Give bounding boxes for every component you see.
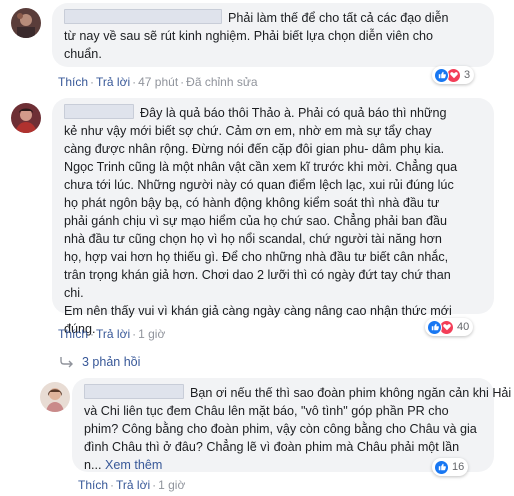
comment-text-line: chi. — [64, 286, 84, 300]
view-replies-link[interactable]: 3 phản hồi — [60, 355, 140, 369]
comment-text-line: Em nên thấy vui vì khán giả càng ngày cà… — [64, 304, 452, 318]
comment-text-line: Bạn ơi nếu thế thì sao đoàn phim không n… — [190, 386, 512, 400]
reaction-count: 40 — [457, 321, 470, 333]
comment-bubble: Bạn ơi nếu thế thì sao đoàn phim không n… — [72, 378, 511, 472]
comment-actions: Thích · Trả lời · 1 giờ — [58, 327, 166, 341]
reply-link[interactable]: Trả lời — [96, 327, 130, 341]
reaction-count: 16 — [452, 461, 465, 473]
user-avatar[interactable] — [11, 8, 41, 38]
timestamp[interactable]: 47 phút — [138, 75, 178, 89]
comment-text-line: họ phát ngôn bậy bạ, có hành động không … — [64, 196, 440, 210]
comment-bubble: Phải làm thế để cho tất cả các đạo diễn … — [52, 3, 494, 67]
comment-text-line: trân trọng khán giả hơn. Chơi dao 2 lưỡi… — [64, 268, 451, 282]
edited-label: Đã chỉnh sửa — [186, 75, 258, 89]
comment-actions: Thích · Trả lời · 1 giờ — [78, 478, 186, 492]
commenter-name-redacted[interactable] — [64, 9, 222, 24]
comment-text-line: Đây là quả báo thôi Thảo à. Phải có quả … — [140, 106, 447, 120]
replies-count-label[interactable]: 3 phản hồi — [82, 355, 140, 369]
user-avatar[interactable] — [40, 382, 70, 412]
like-link[interactable]: Thích — [58, 327, 88, 341]
commenter-name-redacted[interactable] — [64, 104, 134, 119]
commenter-name-redacted[interactable] — [84, 384, 184, 399]
comment-text-line: từ nay về sau sẽ rút kinh nghiệm. Phải b… — [64, 29, 434, 43]
reply-arrow-icon — [60, 357, 73, 368]
comment-text-line: phải gánh chịu vì sự mạo hiểm của họ chứ… — [64, 214, 448, 228]
comment-bubble: Đây là quả báo thôi Thảo à. Phải có quả … — [52, 98, 494, 336]
reply-link[interactable]: Trả lời — [96, 75, 130, 89]
reaction-count: 3 — [464, 69, 471, 81]
see-more-link[interactable]: Xem thêm — [105, 458, 162, 472]
comment-text-line: nhà đầu tư cũng chọn họ vì họ nổi scanda… — [64, 232, 442, 246]
like-link[interactable]: Thích — [58, 75, 88, 89]
timestamp[interactable]: 1 giờ — [158, 478, 185, 492]
comment-text-line: kẻ như vậy mới biết sợ chứ. Cảm ơn em, n… — [64, 124, 432, 138]
like-reaction-icon — [434, 67, 449, 83]
like-reaction-icon — [434, 459, 449, 475]
reply-link[interactable]: Trả lời — [116, 478, 150, 492]
comment-text-line: n... — [84, 458, 102, 472]
comment-text-line: Phải làm thế để cho tất cả các đạo diễn — [228, 11, 449, 25]
comment-text-line: chuẩn. — [64, 47, 102, 61]
like-reaction-icon — [427, 319, 442, 335]
comment-text-line: chưa tới lúc. Những người này có quan đi… — [64, 178, 454, 192]
comment-actions: Thích · Trả lời · 47 phút · Đã chỉnh sửa — [58, 75, 258, 89]
like-link[interactable]: Thích — [78, 478, 108, 492]
comment-text-line: phim? Công bằng cho đoàn phim, vậy còn c… — [84, 422, 477, 436]
comment-text-line: đình Châu thì ở đâu? Chẳng lẽ vì đoàn ph… — [84, 440, 460, 454]
comment-text-line: họ, hợp vai hơn họ thiếu gì. Để cho nhữn… — [64, 250, 449, 264]
comment-text-line: và Chi liên tục đem Châu lên mặt báo, "v… — [84, 404, 449, 418]
user-avatar[interactable] — [11, 103, 41, 133]
comment-text-line: càng được nhân rộng. Đừng nói đến cặp đô… — [64, 142, 445, 156]
reaction-summary[interactable]: 16 — [432, 458, 469, 476]
reaction-summary[interactable]: 40 — [425, 318, 474, 336]
timestamp[interactable]: 1 giờ — [138, 327, 165, 341]
reaction-summary[interactable]: 3 — [432, 66, 475, 84]
comment-text-line: Ngọc Trinh cũng là một nhân vật cần xem … — [64, 160, 458, 174]
